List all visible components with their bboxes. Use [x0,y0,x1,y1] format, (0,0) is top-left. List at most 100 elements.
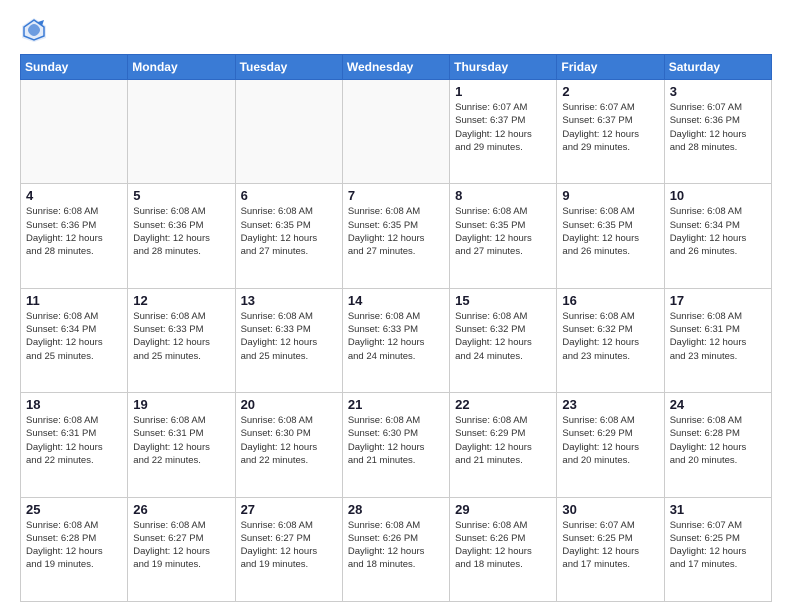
day-number: 7 [348,188,444,203]
weekday-header-wednesday: Wednesday [342,55,449,80]
day-info: Sunrise: 6:08 AM Sunset: 6:31 PM Dayligh… [670,310,766,363]
calendar-cell: 21Sunrise: 6:08 AM Sunset: 6:30 PM Dayli… [342,393,449,497]
calendar-cell: 17 Sunrise: 6:08 AM Sunset: 6:31 PM Dayli… [664,288,771,392]
day-number: 25 [26,502,122,517]
calendar-cell: 3 Sunrise: 6:07 AM Sunset: 6:36 PM Daylig… [664,80,771,184]
day-number: 30 [562,502,658,517]
calendar-table: SundayMondayTuesdayWednesdayThursdayFrid… [20,54,772,602]
calendar-cell: 22 Sunrise: 6:08 AM Sunset: 6:29 PM Dayli… [450,393,557,497]
weekday-header-thursday: Thursday [450,55,557,80]
calendar-cell: 26Sunrise: 6:08 AM Sunset: 6:27 PM Dayli… [128,497,235,601]
day-info: Sunrise: 6:08 AM Sunset: 6:35 PM Dayligh… [348,205,444,258]
calendar-cell [128,80,235,184]
day-info: Sunrise: 6:08 AM Sunset: 6:26 PM Dayligh… [455,519,551,572]
calendar-cell: 28 Sunrise: 6:08 AM Sunset: 6:26 PM Dayli… [342,497,449,601]
calendar-cell: 13 Sunrise: 6:08 AM Sunset: 6:33 PM Dayli… [235,288,342,392]
page: SundayMondayTuesdayWednesdayThursdayFrid… [0,0,792,612]
day-info: Sunrise: 6:07 AM Sunset: 6:37 PM Dayligh… [562,101,658,154]
day-number: 24 [670,397,766,412]
day-info: Sunrise: 6:08 AM Sunset: 6:34 PM Dayligh… [670,205,766,258]
logo [20,16,50,44]
weekday-header-sunday: Sunday [21,55,128,80]
day-info: Sunrise: 6:08 AM Sunset: 6:28 PM Dayligh… [670,414,766,467]
day-info: Sunrise: 6:08 AM Sunset: 6:31 PM Dayligh… [133,414,229,467]
day-info: Sunrise: 6:08 AM Sunset: 6:27 PM Dayligh… [133,519,229,572]
logo-icon [20,16,48,44]
day-info: Sunrise: 6:08 AM Sunset: 6:32 PM Dayligh… [455,310,551,363]
calendar-cell [342,80,449,184]
day-info: Sunrise: 6:08 AM Sunset: 6:36 PM Dayligh… [133,205,229,258]
calendar-cell: 5 Sunrise: 6:08 AM Sunset: 6:36 PM Daylig… [128,184,235,288]
day-number: 17 [670,293,766,308]
day-number: 1 [455,84,551,99]
day-number: 3 [670,84,766,99]
calendar-cell: 25 Sunrise: 6:08 AM Sunset: 6:28 PM Dayli… [21,497,128,601]
calendar-cell: 31 Sunrise: 6:07 AM Sunset: 6:25 PM Dayli… [664,497,771,601]
calendar-cell: 23Sunrise: 6:08 AM Sunset: 6:29 PM Dayli… [557,393,664,497]
day-number: 10 [670,188,766,203]
day-number: 5 [133,188,229,203]
calendar-cell: 16 Sunrise: 6:08 AM Sunset: 6:32 PM Dayli… [557,288,664,392]
calendar-cell: 27Sunrise: 6:08 AM Sunset: 6:27 PM Dayli… [235,497,342,601]
day-info: Sunrise: 6:08 AM Sunset: 6:31 PM Dayligh… [26,414,122,467]
day-number: 29 [455,502,551,517]
day-info: Sunrise: 6:08 AM Sunset: 6:28 PM Dayligh… [26,519,122,572]
day-number: 22 [455,397,551,412]
day-number: 18 [26,397,122,412]
weekday-header-row: SundayMondayTuesdayWednesdayThursdayFrid… [21,55,772,80]
day-number: 21 [348,397,444,412]
calendar-cell: 4 Sunrise: 6:08 AM Sunset: 6:36 PM Daylig… [21,184,128,288]
day-info: Sunrise: 6:08 AM Sunset: 6:26 PM Dayligh… [348,519,444,572]
week-row-2: 4 Sunrise: 6:08 AM Sunset: 6:36 PM Daylig… [21,184,772,288]
calendar-cell: 7 Sunrise: 6:08 AM Sunset: 6:35 PM Daylig… [342,184,449,288]
calendar-cell: 1 Sunrise: 6:07 AM Sunset: 6:37 PM Daylig… [450,80,557,184]
calendar-cell: 29 Sunrise: 6:08 AM Sunset: 6:26 PM Dayli… [450,497,557,601]
day-number: 4 [26,188,122,203]
calendar-cell: 6 Sunrise: 6:08 AM Sunset: 6:35 PM Daylig… [235,184,342,288]
calendar-cell [235,80,342,184]
week-row-4: 18 Sunrise: 6:08 AM Sunset: 6:31 PM Dayli… [21,393,772,497]
day-number: 8 [455,188,551,203]
calendar-cell: 2 Sunrise: 6:07 AM Sunset: 6:37 PM Daylig… [557,80,664,184]
header [20,16,772,44]
calendar-cell: 18 Sunrise: 6:08 AM Sunset: 6:31 PM Dayli… [21,393,128,497]
day-info: Sunrise: 6:08 AM Sunset: 6:35 PM Dayligh… [455,205,551,258]
day-info: Sunrise: 6:08 AM Sunset: 6:35 PM Dayligh… [241,205,337,258]
day-number: 16 [562,293,658,308]
calendar-cell: 24 Sunrise: 6:08 AM Sunset: 6:28 PM Dayli… [664,393,771,497]
day-number: 13 [241,293,337,308]
calendar-cell: 20 Sunrise: 6:08 AM Sunset: 6:30 PM Dayli… [235,393,342,497]
day-info: Sunrise: 6:07 AM Sunset: 6:25 PM Dayligh… [670,519,766,572]
day-info: Sunrise: 6:08 AM Sunset: 6:36 PM Dayligh… [26,205,122,258]
day-info: Sunrise: 6:07 AM Sunset: 6:36 PM Dayligh… [670,101,766,154]
weekday-header-monday: Monday [128,55,235,80]
day-info: Sunrise: 6:08 AM Sunset: 6:32 PM Dayligh… [562,310,658,363]
day-number: 31 [670,502,766,517]
week-row-1: 1 Sunrise: 6:07 AM Sunset: 6:37 PM Daylig… [21,80,772,184]
calendar-cell: 15Sunrise: 6:08 AM Sunset: 6:32 PM Dayli… [450,288,557,392]
calendar-cell [21,80,128,184]
weekday-header-saturday: Saturday [664,55,771,80]
calendar-cell: 12Sunrise: 6:08 AM Sunset: 6:33 PM Dayli… [128,288,235,392]
day-info: Sunrise: 6:08 AM Sunset: 6:34 PM Dayligh… [26,310,122,363]
weekday-header-friday: Friday [557,55,664,80]
day-number: 23 [562,397,658,412]
day-number: 14 [348,293,444,308]
calendar-cell: 30Sunrise: 6:07 AM Sunset: 6:25 PM Dayli… [557,497,664,601]
day-number: 2 [562,84,658,99]
day-info: Sunrise: 6:08 AM Sunset: 6:30 PM Dayligh… [241,414,337,467]
day-info: Sunrise: 6:07 AM Sunset: 6:37 PM Dayligh… [455,101,551,154]
day-number: 20 [241,397,337,412]
calendar-cell: 8 Sunrise: 6:08 AM Sunset: 6:35 PM Daylig… [450,184,557,288]
day-number: 6 [241,188,337,203]
day-info: Sunrise: 6:08 AM Sunset: 6:33 PM Dayligh… [241,310,337,363]
day-number: 12 [133,293,229,308]
day-number: 28 [348,502,444,517]
day-number: 11 [26,293,122,308]
week-row-5: 25 Sunrise: 6:08 AM Sunset: 6:28 PM Dayli… [21,497,772,601]
weekday-header-tuesday: Tuesday [235,55,342,80]
day-number: 9 [562,188,658,203]
week-row-3: 11 Sunrise: 6:08 AM Sunset: 6:34 PM Dayli… [21,288,772,392]
calendar-cell: 11 Sunrise: 6:08 AM Sunset: 6:34 PM Dayli… [21,288,128,392]
day-info: Sunrise: 6:08 AM Sunset: 6:29 PM Dayligh… [455,414,551,467]
